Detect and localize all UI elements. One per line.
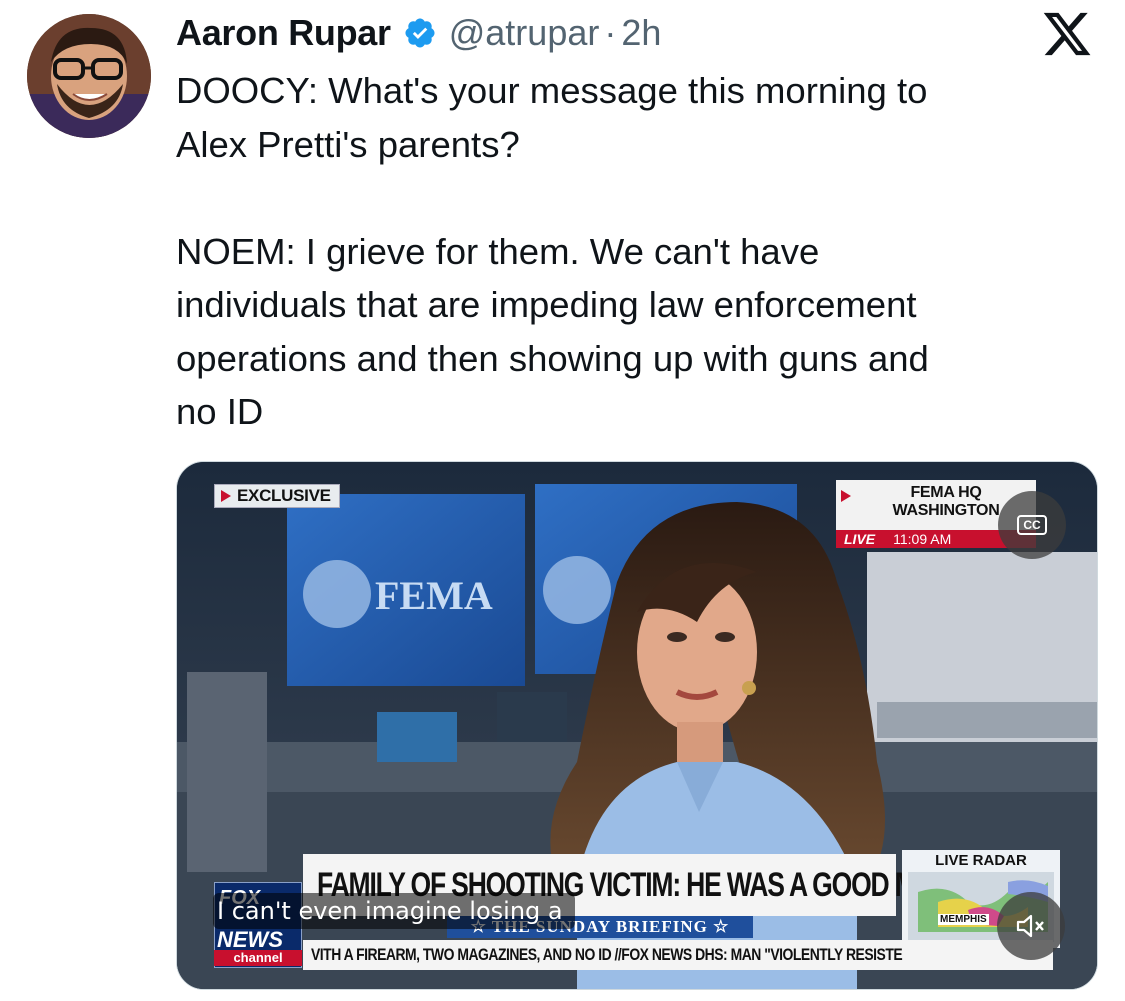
location-arrow-icon [841, 490, 851, 502]
captions-button[interactable]: CC [998, 491, 1066, 559]
x-logo-icon [1043, 12, 1091, 56]
exclusive-label: EXCLUSIVE [237, 486, 331, 505]
tweet-line: NOEM: I grieve for them. We can't have [176, 230, 820, 272]
timestamp[interactable]: 2h [621, 12, 661, 54]
tweet-header: Aaron Rupar @atrupar · 2h [176, 10, 661, 56]
separator-dot: · [604, 12, 617, 53]
radar-title: LIVE RADAR [935, 852, 1027, 869]
live-label: LIVE [844, 531, 876, 547]
tweet-line: operations and then showing up with guns… [176, 337, 929, 379]
video-player[interactable]: FEMA EXCLUSIVE FEMA HQ WASHINGTON LIVE 1… [176, 461, 1098, 990]
display-name[interactable]: Aaron Rupar [176, 12, 391, 54]
caption-text: I can't even imagine losing a [217, 897, 563, 925]
live-time: 11:09 AM [893, 531, 952, 547]
speaker-muted-icon [1016, 914, 1044, 938]
tweet-text: DOOCY: What's your message this morning … [176, 64, 1096, 439]
mute-button[interactable] [997, 892, 1065, 960]
exclusive-tag: EXCLUSIVE [214, 484, 340, 508]
background-sign: FEMA [375, 573, 493, 618]
news-ticker: VITH A FIREARM, TWO MAGAZINES, AND NO ID… [303, 940, 1053, 970]
play-triangle-icon [221, 490, 231, 502]
tweet-line: no ID [176, 391, 264, 432]
tweet-line: Alex Pretti's parents? [176, 123, 520, 165]
network-channel: channel [214, 950, 302, 966]
ticker-text: VITH A FIREARM, TWO MAGAZINES, AND NO ID… [311, 945, 903, 964]
avatar[interactable] [27, 14, 151, 138]
location-line-1: FEMA HQ [910, 484, 982, 501]
handle[interactable]: @atrupar [449, 12, 600, 54]
radar-city: MEMPHIS [938, 914, 989, 925]
verified-badge-icon[interactable] [403, 16, 437, 50]
tweet-line: individuals that are impeding law enforc… [176, 284, 917, 325]
cc-icon: CC [1017, 515, 1047, 535]
avatar-photo [27, 14, 151, 138]
video-caption: I can't even imagine losing a [213, 893, 575, 929]
tweet-line: DOOCY: What's your message this morning … [176, 70, 928, 111]
